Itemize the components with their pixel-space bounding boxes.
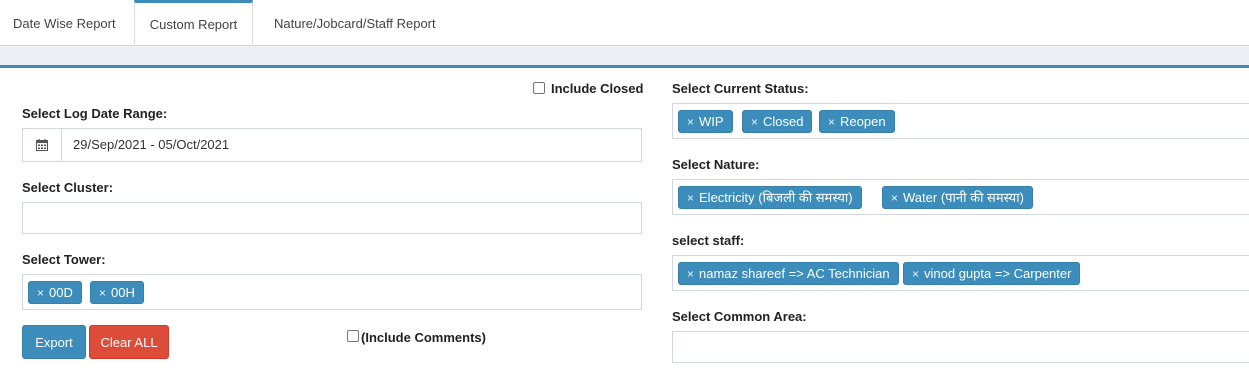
tab-content-gap (0, 46, 1249, 65)
log-date-range-field[interactable]: 29/Sep/2021 - 05/Oct/2021 (22, 128, 642, 162)
nature-chip-label: Electricity (बिजली की समस्या) (699, 190, 853, 205)
remove-chip-icon[interactable]: × (687, 115, 694, 129)
cluster-label: Select Cluster: (22, 180, 114, 195)
remove-chip-icon[interactable]: × (99, 286, 106, 300)
staff-label: select staff: (672, 233, 745, 248)
calendar-addon (23, 129, 62, 161)
nature-chip: × Electricity (बिजली की समस्या) (678, 186, 862, 209)
current-status-label: Select Current Status: (672, 81, 809, 96)
export-button[interactable]: Export (22, 325, 86, 359)
nature-chip-label: Water (पानी की समस्या) (903, 190, 1024, 205)
remove-chip-icon[interactable]: × (912, 267, 919, 281)
include-closed-checkbox[interactable] (533, 82, 545, 94)
status-chip: × Closed (742, 110, 813, 133)
remove-chip-icon[interactable]: × (687, 267, 694, 281)
tower-chip: × 00H (90, 281, 144, 304)
status-chip-label: WIP (699, 114, 724, 129)
calendar-icon (36, 139, 48, 151)
staff-chip-label: vinod gupta => Carpenter (924, 266, 1072, 281)
log-date-range-label: Select Log Date Range: (22, 106, 168, 121)
cluster-select[interactable] (22, 202, 642, 234)
status-chip: × WIP (678, 110, 733, 133)
common-area-label: Select Common Area: (672, 309, 807, 324)
log-date-range-value: 29/Sep/2021 - 05/Oct/2021 (73, 137, 230, 152)
status-chip-label: Closed (763, 114, 804, 129)
nature-chip: × Water (पानी की समस्या) (882, 186, 1033, 209)
report-tabs: Date Wise Report Custom Report Nature/Jo… (0, 0, 1249, 46)
staff-chip: × namaz shareef => AC Technician (678, 262, 899, 285)
tower-label: Select Tower: (22, 252, 106, 267)
remove-chip-icon[interactable]: × (891, 191, 898, 205)
tower-chip-label: 00H (111, 285, 135, 300)
tab-custom-report[interactable]: Custom Report (134, 0, 253, 44)
box-top-border (0, 65, 1249, 68)
remove-chip-icon[interactable]: × (828, 115, 835, 129)
tower-chip: × 00D (28, 281, 82, 304)
include-closed-label: Include Closed (551, 81, 644, 96)
tab-nature-jobcard-staff-report[interactable]: Nature/Jobcard/Staff Report (274, 0, 436, 45)
status-chip: × Reopen (819, 110, 895, 133)
staff-chip-label: namaz shareef => AC Technician (699, 266, 890, 281)
tab-date-wise-report[interactable]: Date Wise Report (13, 0, 116, 45)
include-comments-label: (Include Comments) (361, 330, 486, 345)
status-chip-label: Reopen (840, 114, 886, 129)
nature-select[interactable]: × Electricity (बिजली की समस्या) × Water (प… (672, 179, 1249, 215)
clear-all-button[interactable]: Clear ALL (89, 325, 169, 359)
tower-select[interactable]: × 00D × 00H (22, 274, 642, 310)
remove-chip-icon[interactable]: × (751, 115, 758, 129)
remove-chip-icon[interactable]: × (37, 286, 44, 300)
staff-select[interactable]: × namaz shareef => AC Technician × vinod g… (672, 255, 1249, 291)
common-area-select[interactable] (672, 331, 1249, 363)
nature-label: Select Nature: (672, 157, 760, 172)
tower-chip-label: 00D (49, 285, 73, 300)
current-status-select[interactable]: × WIP × Closed × Reopen (672, 103, 1249, 139)
remove-chip-icon[interactable]: × (687, 191, 694, 205)
include-comments-checkbox[interactable] (347, 330, 359, 342)
staff-chip: × vinod gupta => Carpenter (903, 262, 1081, 285)
